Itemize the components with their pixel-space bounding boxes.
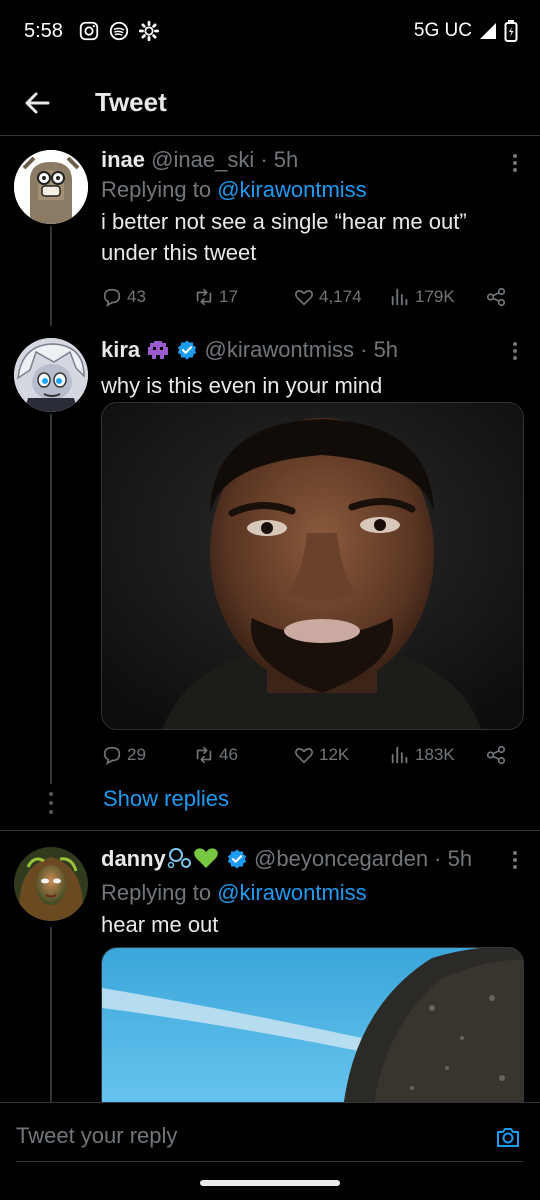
instagram-icon	[79, 21, 99, 41]
spotify-icon	[109, 21, 129, 41]
tweet-item[interactable]: kira @kirawontmiss · 5h why is this even…	[0, 326, 540, 830]
views-chart-icon	[391, 288, 408, 306]
comment-icon	[103, 746, 121, 765]
verified-badge-icon	[227, 849, 247, 869]
like-button[interactable]: 4,174	[293, 286, 362, 308]
reply-count: 29	[127, 745, 146, 764]
user-handle[interactable]: @inae_ski	[151, 147, 254, 172]
view-count: 183K	[415, 745, 455, 764]
like-count: 4,174	[319, 287, 362, 306]
retweet-count: 46	[219, 745, 238, 764]
replying-to: Replying to @kirawontmiss	[101, 877, 522, 909]
camera-icon[interactable]	[494, 1123, 522, 1151]
retweet-icon	[196, 746, 212, 764]
heart-icon	[295, 290, 313, 306]
comment-icon	[103, 288, 121, 307]
view-count: 179K	[415, 287, 455, 306]
more-options-icon[interactable]	[510, 340, 520, 362]
reply-button[interactable]: 29	[101, 744, 146, 766]
share-icon	[486, 745, 506, 765]
more-options-icon[interactable]	[510, 849, 520, 871]
home-indicator[interactable]	[200, 1180, 340, 1186]
tweet-item[interactable]: danny @beyoncegarden · 5h Replying to @k…	[0, 831, 540, 1117]
tweet-image[interactable]	[101, 947, 524, 1117]
bubbles-green-heart-emoji	[166, 846, 220, 877]
battery-icon	[504, 20, 518, 42]
mention-link[interactable]: @kirawontmiss	[217, 880, 366, 905]
signal-icon	[480, 23, 496, 39]
status-bar: 5:58 5G UC	[0, 0, 540, 64]
status-time: 5:58	[24, 20, 63, 42]
network-label: 5G UC	[413, 20, 472, 41]
views-chart-icon	[391, 746, 408, 764]
thread-line	[50, 927, 52, 1103]
avatar[interactable]	[14, 338, 88, 412]
share-icon	[486, 287, 506, 307]
like-count: 12K	[319, 745, 350, 764]
reply-input[interactable]: Tweet your reply	[16, 1123, 177, 1149]
meta-separator: ·	[354, 337, 374, 362]
timestamp: 5h	[447, 846, 473, 871]
tweet-image[interactable]	[101, 402, 524, 730]
alien-monster-emoji	[146, 339, 170, 368]
tweet-text: why is this even in your mind	[101, 373, 383, 398]
user-handle[interactable]: @kirawontmiss	[205, 337, 354, 362]
thread-line	[50, 414, 52, 784]
timestamp: 5h	[273, 147, 299, 172]
arrow-left-icon[interactable]	[22, 88, 52, 118]
display-name[interactable]: danny	[101, 846, 166, 871]
timestamp: 5h	[373, 337, 399, 362]
avatar[interactable]	[14, 150, 88, 224]
replying-to: Replying to @kirawontmiss	[101, 174, 522, 206]
settings-gear-icon	[138, 20, 160, 42]
tweet-text: i better not see a single “hear me out” …	[101, 209, 467, 265]
user-handle[interactable]: @beyoncegarden	[254, 846, 428, 871]
reply-button[interactable]: 43	[101, 286, 146, 308]
thread-more-dots	[48, 792, 54, 819]
display-name[interactable]: kira	[101, 337, 140, 362]
mention-link[interactable]: @kirawontmiss	[217, 177, 366, 202]
retweet-button[interactable]: 17	[193, 286, 238, 308]
replying-label: Replying to	[101, 177, 212, 202]
page-title: Tweet	[95, 87, 167, 117]
more-options-icon[interactable]	[510, 152, 520, 174]
like-button[interactable]: 12K	[293, 744, 349, 766]
views-button[interactable]: 179K	[389, 286, 455, 308]
heart-icon	[295, 748, 313, 764]
retweet-icon	[196, 288, 212, 306]
input-underline	[16, 1161, 524, 1162]
views-button[interactable]: 183K	[389, 744, 455, 766]
top-app-bar: Tweet	[0, 70, 540, 136]
reply-count: 43	[127, 287, 146, 306]
meta-separator: ·	[428, 846, 448, 871]
tweet-text: hear me out	[101, 912, 219, 937]
meta-separator: ·	[254, 147, 274, 172]
show-replies-link[interactable]: Show replies	[103, 786, 229, 812]
retweet-button[interactable]: 46	[193, 744, 238, 766]
avatar[interactable]	[14, 847, 88, 921]
thread-line	[50, 226, 52, 326]
share-button[interactable]	[485, 286, 507, 308]
tweet-item[interactable]: inae @inae_ski · 5h Replying to @kirawon…	[0, 136, 540, 326]
share-button[interactable]	[485, 744, 507, 766]
display-name[interactable]: inae	[101, 147, 145, 172]
replying-label: Replying to	[101, 880, 212, 905]
retweet-count: 17	[219, 287, 238, 306]
verified-badge-icon	[178, 340, 197, 360]
